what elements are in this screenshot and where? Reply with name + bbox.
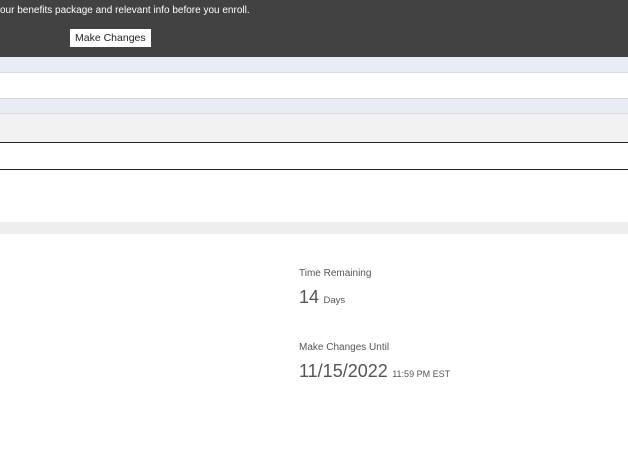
make-changes-button[interactable]: Make Changes bbox=[70, 29, 151, 47]
banner-message: our benefits package and relevant info b… bbox=[0, 5, 250, 16]
section-divider bbox=[0, 222, 628, 234]
time-remaining-unit: Days bbox=[323, 295, 346, 306]
outlined-row bbox=[0, 142, 628, 170]
time-remaining-section: Time Remaining 14 Days bbox=[299, 268, 371, 308]
time-remaining-label: Time Remaining bbox=[299, 268, 372, 279]
deadline-time: 11:59 PM EST bbox=[392, 369, 451, 379]
deadline-date: 11/15/2022 bbox=[299, 361, 388, 381]
deadline-section: Make Changes Until 11/15/2022 11:59 PM E… bbox=[299, 342, 450, 382]
deadline-label: Make Changes Until bbox=[299, 342, 390, 353]
time-remaining-value: 14 bbox=[299, 287, 320, 307]
gray-row bbox=[0, 114, 628, 142]
stripe-row bbox=[0, 99, 628, 114]
stripe-row bbox=[0, 57, 628, 73]
enrollment-banner: our benefits package and relevant info b… bbox=[0, 0, 628, 57]
blank-row bbox=[0, 73, 628, 99]
